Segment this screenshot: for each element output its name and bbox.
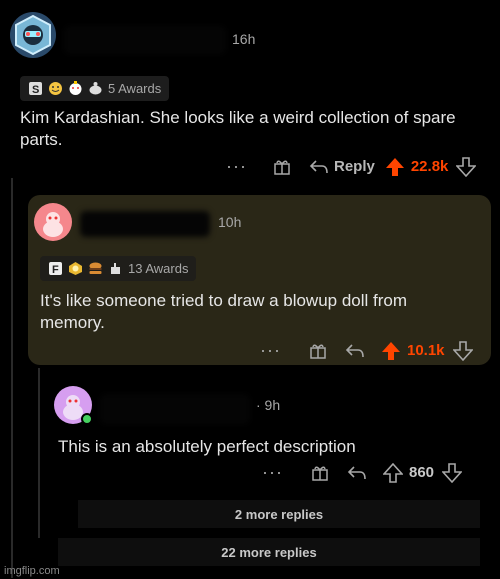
burger-award-icon [88,261,103,276]
snoo-award-icon [88,81,103,96]
svg-text:S: S [32,84,39,96]
upvote-icon[interactable] [385,157,405,177]
reply-label: Reply [333,158,375,175]
comment1-score: 22.8k [410,158,449,175]
thread-line [38,368,40,538]
more-replies-22-button[interactable]: 22 more replies [58,538,480,566]
svg-text:F: F [52,264,59,276]
username-redacted [64,26,226,54]
wholesome-award-icon [68,81,83,96]
comment3-time: · 9h [256,397,281,413]
more-options-icon[interactable]: ··· [260,340,281,361]
comment1-time: 16h [232,31,256,47]
comment2-score: 10.1k [406,342,445,359]
f-award-icon: F [48,261,63,276]
reply-icon[interactable] [347,465,367,481]
reply-icon[interactable] [345,343,365,359]
upvote-icon[interactable] [382,462,403,483]
upvote-icon[interactable] [381,341,401,361]
helpful-award-icon [48,81,63,96]
gold-award-icon [68,261,83,276]
reply-button[interactable]: Reply [309,158,375,175]
award-icon[interactable] [273,158,291,176]
more-replies-button[interactable]: 2 more replies [78,500,480,528]
comment3-text: This is an absolutely perfect descriptio… [58,437,356,456]
hand-award-icon [108,261,123,276]
downvote-icon[interactable] [452,340,473,361]
silver-award-icon: S [28,81,43,96]
more-options-icon[interactable]: ··· [262,462,283,483]
reply-icon [309,159,328,173]
comment1-text: Kim Kardashian. She looks like a weird c… [20,108,456,149]
watermark: imgflip.com [4,565,60,577]
award-icon[interactable] [311,464,329,482]
award-icon[interactable] [309,342,327,360]
comment3-score: 860 [408,464,435,481]
username-redacted [80,211,210,237]
downvote-icon[interactable] [456,156,477,177]
comment1-awards[interactable]: S 5 Awards [20,76,170,101]
comment1-avatar[interactable] [10,12,56,58]
username-redacted [100,394,250,424]
comment2-text: It's like someone tried to draw a blowup… [40,291,408,332]
comment2-avatar[interactable] [34,203,72,241]
comment2-awards-label: 13 Awards [128,261,189,276]
thread-line [11,178,13,578]
comment2-awards[interactable]: F 13 Awards [40,256,197,281]
comment3-avatar[interactable] [54,386,93,425]
comment2-time: 10h [218,214,242,230]
comment2-actions: ··· 10.1k [260,340,473,361]
downvote-icon[interactable] [442,462,463,483]
comment3-actions: ··· 860 [262,462,463,483]
comment1-awards-label: 5 Awards [108,81,162,96]
comment1-actions: ··· Reply 22.8k [226,156,477,177]
more-options-icon[interactable]: ··· [226,156,247,177]
